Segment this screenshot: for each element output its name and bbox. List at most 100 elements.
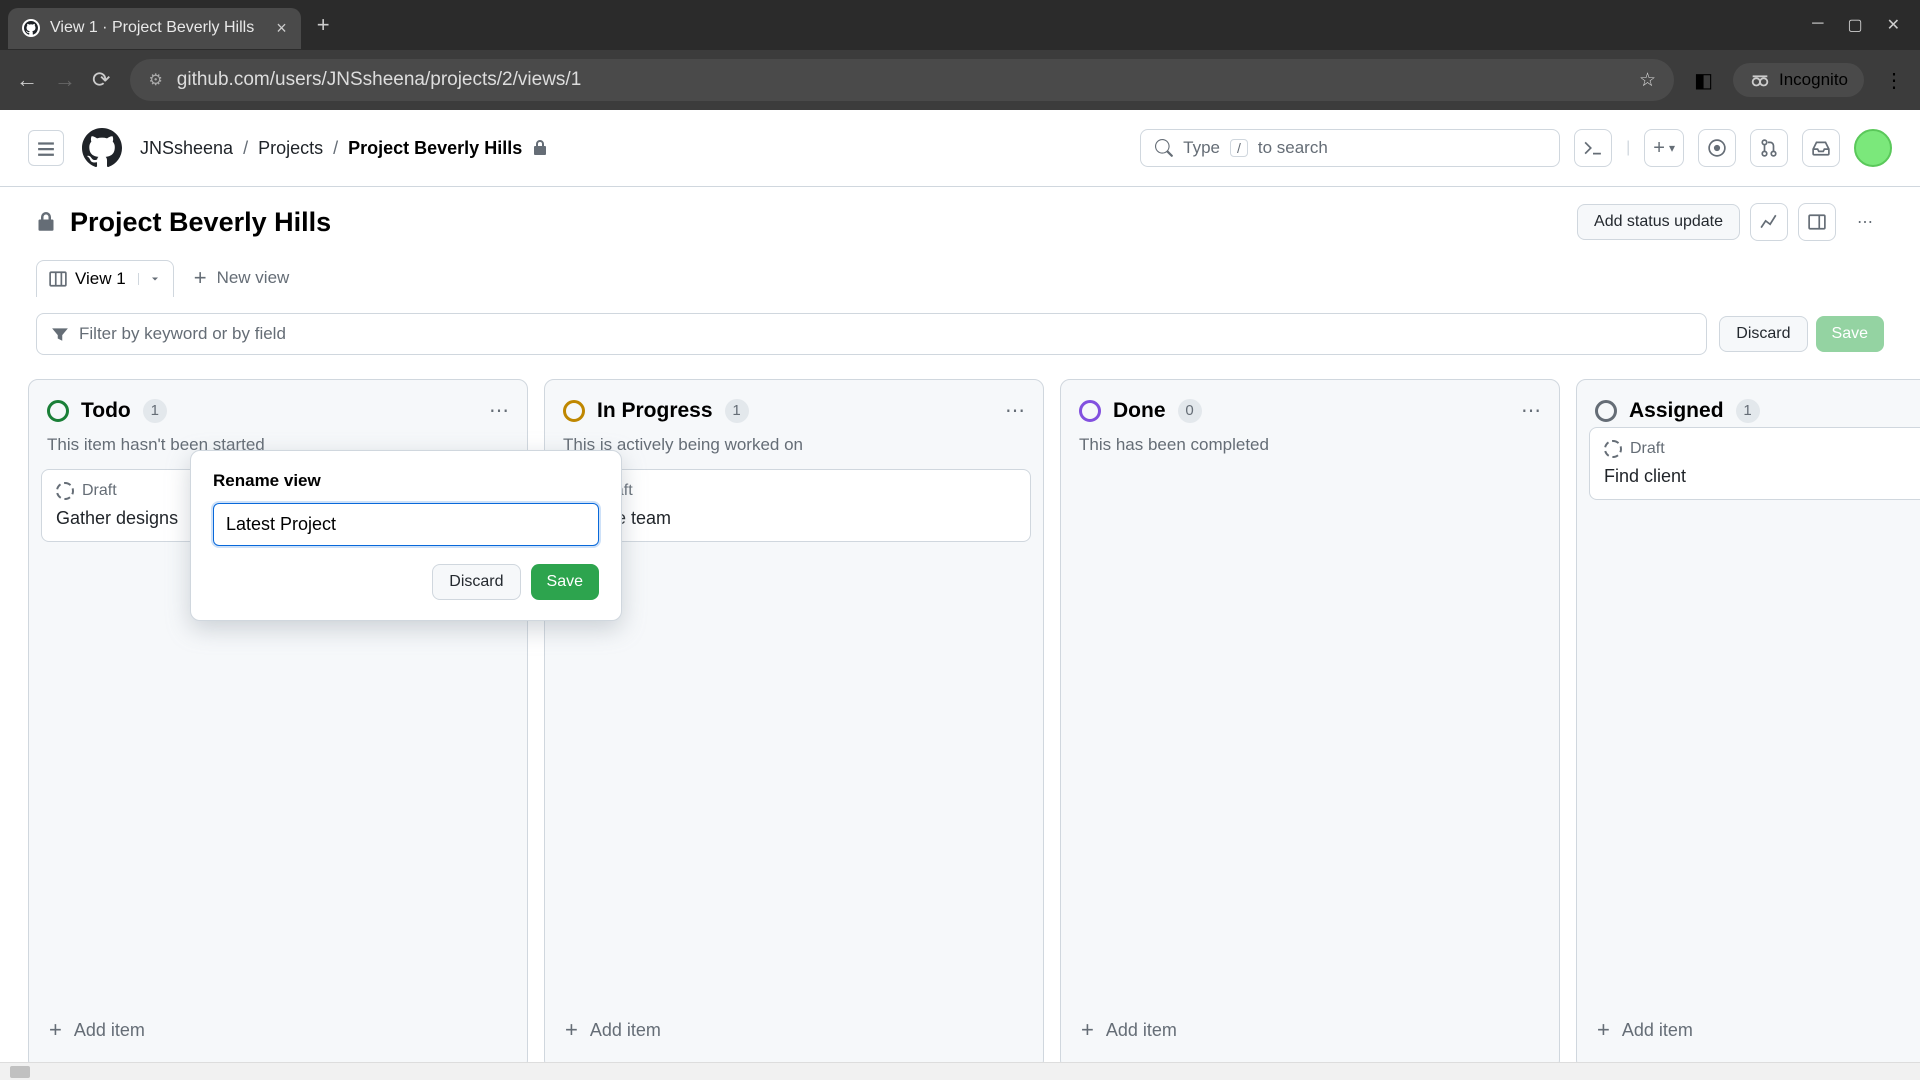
project-details-button[interactable] — [1798, 203, 1836, 241]
view-tabs: View 1 + New view — [0, 257, 1920, 299]
tab-title: View 1 · Project Beverly Hills — [50, 19, 254, 37]
column-header: Assigned 1 ⋯ — [1589, 394, 1920, 427]
draft-icon — [1604, 440, 1622, 458]
scrollbar-thumb[interactable] — [10, 1066, 30, 1078]
incognito-badge[interactable]: Incognito — [1733, 63, 1864, 97]
incognito-label: Incognito — [1779, 70, 1848, 90]
search-key-hint: / — [1230, 139, 1248, 157]
column-header: Todo 1 ⋯ — [41, 394, 515, 427]
search-input[interactable]: Type / to search — [1140, 129, 1560, 167]
forward-button[interactable]: → — [54, 67, 76, 93]
minimize-icon[interactable]: ─ — [1812, 15, 1823, 35]
status-circle-icon — [1079, 400, 1101, 422]
inbox-button[interactable] — [1802, 129, 1840, 167]
card-title: Find client — [1604, 466, 1920, 487]
browser-tab[interactable]: View 1 · Project Beverly Hills × — [8, 8, 301, 49]
add-item-button[interactable]: +Add item — [557, 1005, 1031, 1055]
browser-tab-strip: View 1 · Project Beverly Hills × + ─ ▢ ✕ — [0, 0, 1920, 50]
maximize-icon[interactable]: ▢ — [1847, 15, 1862, 35]
search-placeholder-suffix: to search — [1258, 138, 1328, 158]
rename-view-popup: Rename view Discard Save — [190, 450, 622, 621]
breadcrumb-owner[interactable]: JNSsheena — [140, 138, 233, 159]
insights-button[interactable] — [1750, 203, 1788, 241]
card[interactable]: Draft Create team — [557, 469, 1031, 542]
side-panel-icon[interactable]: ◧ — [1694, 68, 1713, 93]
filter-placeholder: Filter by keyword or by field — [79, 324, 286, 344]
column-menu-button[interactable]: ⋯ — [1005, 398, 1025, 423]
site-settings-icon[interactable]: ⚙ — [148, 70, 162, 90]
add-item-button[interactable]: +Add item — [1589, 1005, 1920, 1055]
breadcrumb-sep: / — [243, 138, 248, 159]
column-menu-button[interactable]: ⋯ — [1521, 398, 1541, 423]
breadcrumb-sep: / — [333, 138, 338, 159]
card-title: Create team — [572, 508, 1016, 529]
status-circle-icon — [1595, 400, 1617, 422]
bookmark-icon[interactable]: ☆ — [1639, 69, 1656, 92]
create-new-button[interactable]: +▾ — [1644, 129, 1684, 167]
close-tab-icon[interactable]: × — [276, 18, 287, 39]
column-title: In Progress — [597, 399, 713, 423]
horizontal-scrollbar[interactable] — [0, 1062, 1920, 1080]
new-view-label: New view — [217, 268, 290, 288]
new-tab-button[interactable]: + — [305, 12, 342, 38]
filter-bar: Filter by keyword or by field Discard Sa… — [0, 299, 1920, 369]
status-circle-icon — [47, 400, 69, 422]
hamburger-menu-button[interactable] — [28, 130, 64, 166]
breadcrumb-current[interactable]: Project Beverly Hills — [348, 138, 522, 159]
column-count: 1 — [1736, 399, 1760, 423]
status-circle-icon — [563, 400, 585, 422]
close-window-icon[interactable]: ✕ — [1887, 15, 1900, 35]
column-header: Done 0 ⋯ — [1073, 394, 1547, 427]
rename-discard-button[interactable]: Discard — [432, 564, 520, 600]
project-menu-button[interactable]: ⋯ — [1846, 203, 1884, 241]
view-tab-active[interactable]: View 1 — [36, 260, 174, 297]
lock-icon — [36, 212, 56, 232]
view-tab-label: View 1 — [75, 269, 126, 289]
rename-save-button[interactable]: Save — [531, 564, 599, 600]
column-description: This has been completed — [1073, 427, 1547, 469]
reload-button[interactable]: ⟳ — [92, 67, 110, 93]
filter-icon — [51, 325, 69, 343]
filter-input[interactable]: Filter by keyword or by field — [36, 313, 1707, 355]
column-menu-button[interactable]: ⋯ — [489, 398, 509, 423]
lock-icon — [532, 140, 548, 156]
filter-save-button[interactable]: Save — [1816, 316, 1884, 352]
back-button[interactable]: ← — [16, 67, 38, 93]
view-tab-dropdown[interactable] — [138, 273, 161, 285]
command-palette-button[interactable] — [1574, 129, 1612, 167]
github-logo-icon[interactable] — [82, 128, 122, 168]
url-text: github.com/users/JNSsheena/projects/2/vi… — [177, 69, 581, 91]
project-header: Project Beverly Hills Add status update … — [0, 187, 1920, 257]
add-item-button[interactable]: +Add item — [1073, 1005, 1547, 1055]
search-placeholder-prefix: Type — [1183, 138, 1220, 158]
column-title: Done — [1113, 399, 1166, 423]
column-title: Assigned — [1629, 399, 1724, 423]
user-avatar[interactable] — [1854, 129, 1892, 167]
column-count: 1 — [143, 399, 167, 423]
rename-view-input[interactable] — [213, 503, 599, 546]
pull-requests-button[interactable] — [1750, 129, 1788, 167]
filter-discard-button[interactable]: Discard — [1719, 316, 1807, 352]
url-field[interactable]: ⚙ github.com/users/JNSsheena/projects/2/… — [130, 59, 1674, 101]
chrome-menu-icon[interactable]: ⋮ — [1884, 68, 1904, 93]
github-favicon — [22, 19, 40, 37]
card[interactable]: Draft Find client — [1589, 427, 1920, 500]
column-description: This is actively being worked on — [557, 427, 1031, 469]
breadcrumb-projects[interactable]: Projects — [258, 138, 323, 159]
draft-icon — [56, 482, 74, 500]
issues-button[interactable] — [1698, 129, 1736, 167]
breadcrumb: JNSsheena / Projects / Project Beverly H… — [140, 138, 548, 159]
project-title: Project Beverly Hills — [70, 207, 331, 238]
window-controls: ─ ▢ ✕ — [1800, 15, 1912, 35]
column-count: 0 — [1178, 399, 1202, 423]
github-header: JNSsheena / Projects / Project Beverly H… — [0, 110, 1920, 187]
column-count: 1 — [725, 399, 749, 423]
column-header: In Progress 1 ⋯ — [557, 394, 1031, 427]
rename-view-label: Rename view — [213, 471, 599, 491]
column-done: Done 0 ⋯ This has been completed +Add it… — [1060, 379, 1560, 1070]
new-view-button[interactable]: + New view — [178, 257, 306, 299]
add-status-update-button[interactable]: Add status update — [1577, 204, 1740, 240]
add-item-button[interactable]: +Add item — [41, 1005, 515, 1055]
column-title: Todo — [81, 399, 131, 423]
search-icon — [1155, 139, 1173, 157]
